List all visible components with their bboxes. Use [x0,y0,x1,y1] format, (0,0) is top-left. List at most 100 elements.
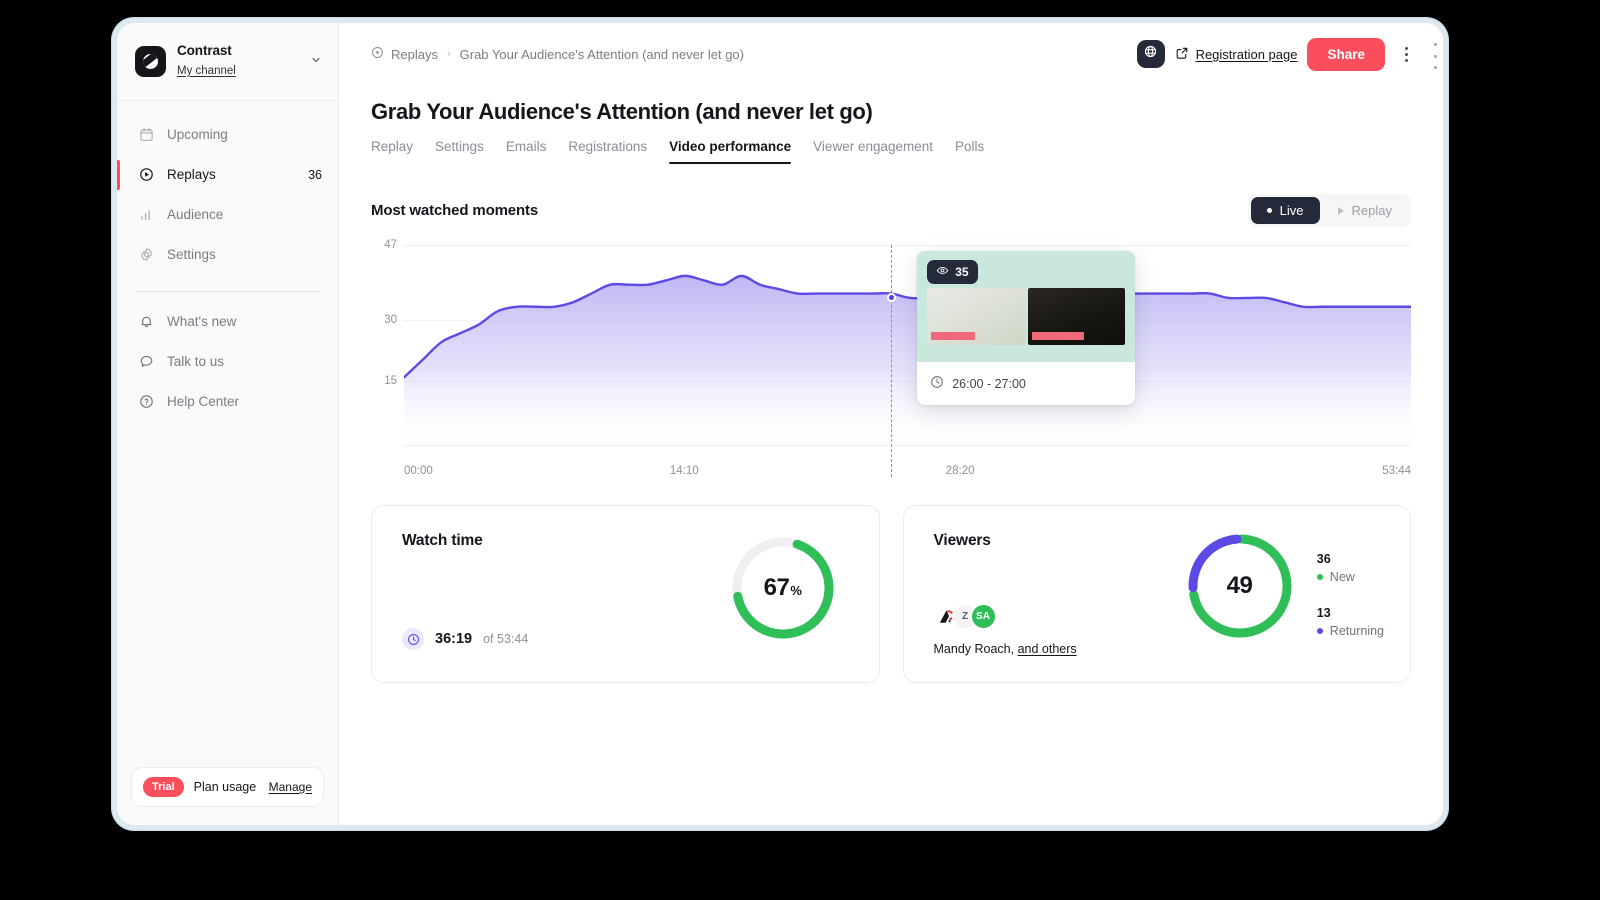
sidebar-item-audience[interactable]: Audience [117,195,338,235]
chart-series-area [404,245,1411,445]
most-watched-moments-title: Most watched moments [371,202,539,219]
tooltip-footer: 26:00 - 27:00 [917,362,1135,405]
toggle-live-label: Live [1279,203,1304,218]
chat-bubble-icon [138,354,154,370]
chevron-down-icon [310,54,322,68]
viewers-donut: 49 [1184,530,1296,642]
replays-count-badge: 36 [308,167,322,182]
resize-grip[interactable] [1431,43,1439,69]
tooltip-media: 35 [917,251,1136,362]
watch-time-total: of 53:44 [483,632,529,646]
live-dot-icon [1266,208,1272,213]
legend-returning-label: Returning [1329,624,1384,638]
clock-icon [930,375,944,392]
play-triangle-icon [1337,206,1344,215]
breadcrumb-replays-label: Replays [391,46,438,62]
breadcrumb-current: Grab Your Audience's Attention (and neve… [459,46,744,62]
viewer-names: Mandy Roach, and others [934,642,1077,656]
x-tick-3: 53:44 [1382,465,1411,477]
tab-registrations[interactable]: Registrations [568,139,647,164]
sidebar-item-label: Audience [167,207,224,223]
viewers-title: Viewers [933,532,991,549]
workspace-switcher[interactable]: Contrast My channel [117,23,338,101]
speaker-thumbnail-right [1027,288,1126,345]
breadcrumb-replays[interactable]: Replays [371,46,438,62]
workspace-text: Contrast My channel [177,43,299,80]
viewer-primary-name: Mandy Roach, [933,642,1018,656]
avatar: SA [969,603,997,630]
external-link-icon [1175,46,1189,63]
sidebar-item-whats-new[interactable]: What's new [117,302,338,342]
viewers-total: 49 [1226,572,1253,599]
workspace-name: Contrast [177,43,232,58]
clock-icon [402,628,424,650]
stat-cards: Watch time 67% 36:19 of 53:44 Viewers 49… [371,505,1411,683]
tab-polls[interactable]: Polls [955,139,984,164]
y-tick-15: 15 [384,375,397,387]
sidebar-item-settings[interactable]: Settings [117,235,338,275]
tooltip-thumbnails [927,288,1126,345]
x-tick-2: 28:20 [945,465,975,477]
most-watched-chart[interactable]: 47 30 15 35 26:00 - 27:00 00:00 14:10 28… [371,239,1411,477]
sidebar-item-label: Settings [167,247,216,263]
main-area: Replays › Grab Your Audience's Attention… [339,23,1443,825]
viewers-card: Viewers 49 Z SA Mandy Roach, and others … [902,505,1411,683]
y-tick-30: 30 [384,314,397,326]
legend-returning-label-row: Returning [1316,624,1384,638]
play-circle-icon [138,167,154,183]
section-header: Most watched moments Live Replay [371,194,1411,227]
tab-settings[interactable]: Settings [435,139,484,164]
watch-time-card: Watch time 67% 36:19 of 53:44 [371,505,880,683]
tab-viewer-engagement[interactable]: Viewer engagement [813,139,933,164]
sidebar-divider [135,290,320,292]
viewers-legend: 36 New 13 Returning [1316,552,1384,660]
viewer-and-others-link[interactable]: and others [1018,642,1077,656]
legend-new-count: 36 [1316,552,1331,566]
top-bar: Replays › Grab Your Audience's Attention… [339,23,1443,85]
workspace-channel-link[interactable]: My channel [177,64,236,78]
watch-time-percent-symbol: % [790,582,802,598]
registration-page-label: Registration page [1195,46,1298,62]
sidebar-item-upcoming[interactable]: Upcoming [117,115,338,155]
sidebar-item-replays[interactable]: Replays 36 [117,155,338,195]
eye-icon [936,264,949,280]
page-title: Grab Your Audience's Attention (and neve… [371,99,873,124]
speaker-nametag [1031,332,1084,340]
sidebar-item-talk-to-us[interactable]: Talk to us [117,342,338,382]
trial-badge: Trial [143,776,184,797]
viewer-avatars[interactable]: Z SA [933,603,997,630]
share-button[interactable]: Share [1307,37,1385,71]
legend-returning-dot-icon [1316,628,1323,634]
bar-chart-icon [138,207,154,223]
globe-button[interactable] [1136,40,1165,68]
question-circle-icon [138,394,154,410]
more-options-icon[interactable] [1395,41,1417,67]
watch-time-donut: 67% [729,534,837,642]
tab-replay[interactable]: Replay [371,139,413,164]
manage-plan-link[interactable]: Manage [269,780,312,794]
sidebar-item-help-center[interactable]: Help Center [117,382,338,422]
toggle-live[interactable]: Live [1250,197,1320,224]
toggle-replay-label: Replay [1351,203,1392,218]
speaker-thumbnail-left [927,288,1025,345]
tooltip-viewers-badge: 35 [927,260,978,284]
sidebar-item-label: What's new [167,314,237,330]
play-circle-icon [371,46,384,62]
content-area: Most watched moments Live Replay 47 30 1… [339,164,1443,683]
toggle-replay[interactable]: Replay [1322,197,1408,224]
contrast-logo-icon [135,45,166,77]
plan-usage-label: Plan usage [193,779,257,794]
registration-page-link[interactable]: Registration page [1175,46,1298,63]
sidebar-item-label: Replays [167,167,216,183]
legend-returning-count: 13 [1316,606,1331,620]
page-header: Grab Your Audience's Attention (and neve… [339,85,1443,164]
x-tick-0: 00:00 [404,465,433,477]
app-viewport: Contrast My channel Upcoming Replays 36 … [117,23,1443,825]
tab-video-performance[interactable]: Video performance [669,139,792,164]
live-replay-toggle: Live Replay [1247,194,1411,227]
calendar-icon [138,127,154,143]
tab-emails[interactable]: Emails [506,139,547,164]
y-tick-47: 47 [384,239,397,251]
moment-tooltip[interactable]: 35 26:00 - 27:00 [917,251,1136,405]
legend-new-label-row: New [1316,570,1384,584]
